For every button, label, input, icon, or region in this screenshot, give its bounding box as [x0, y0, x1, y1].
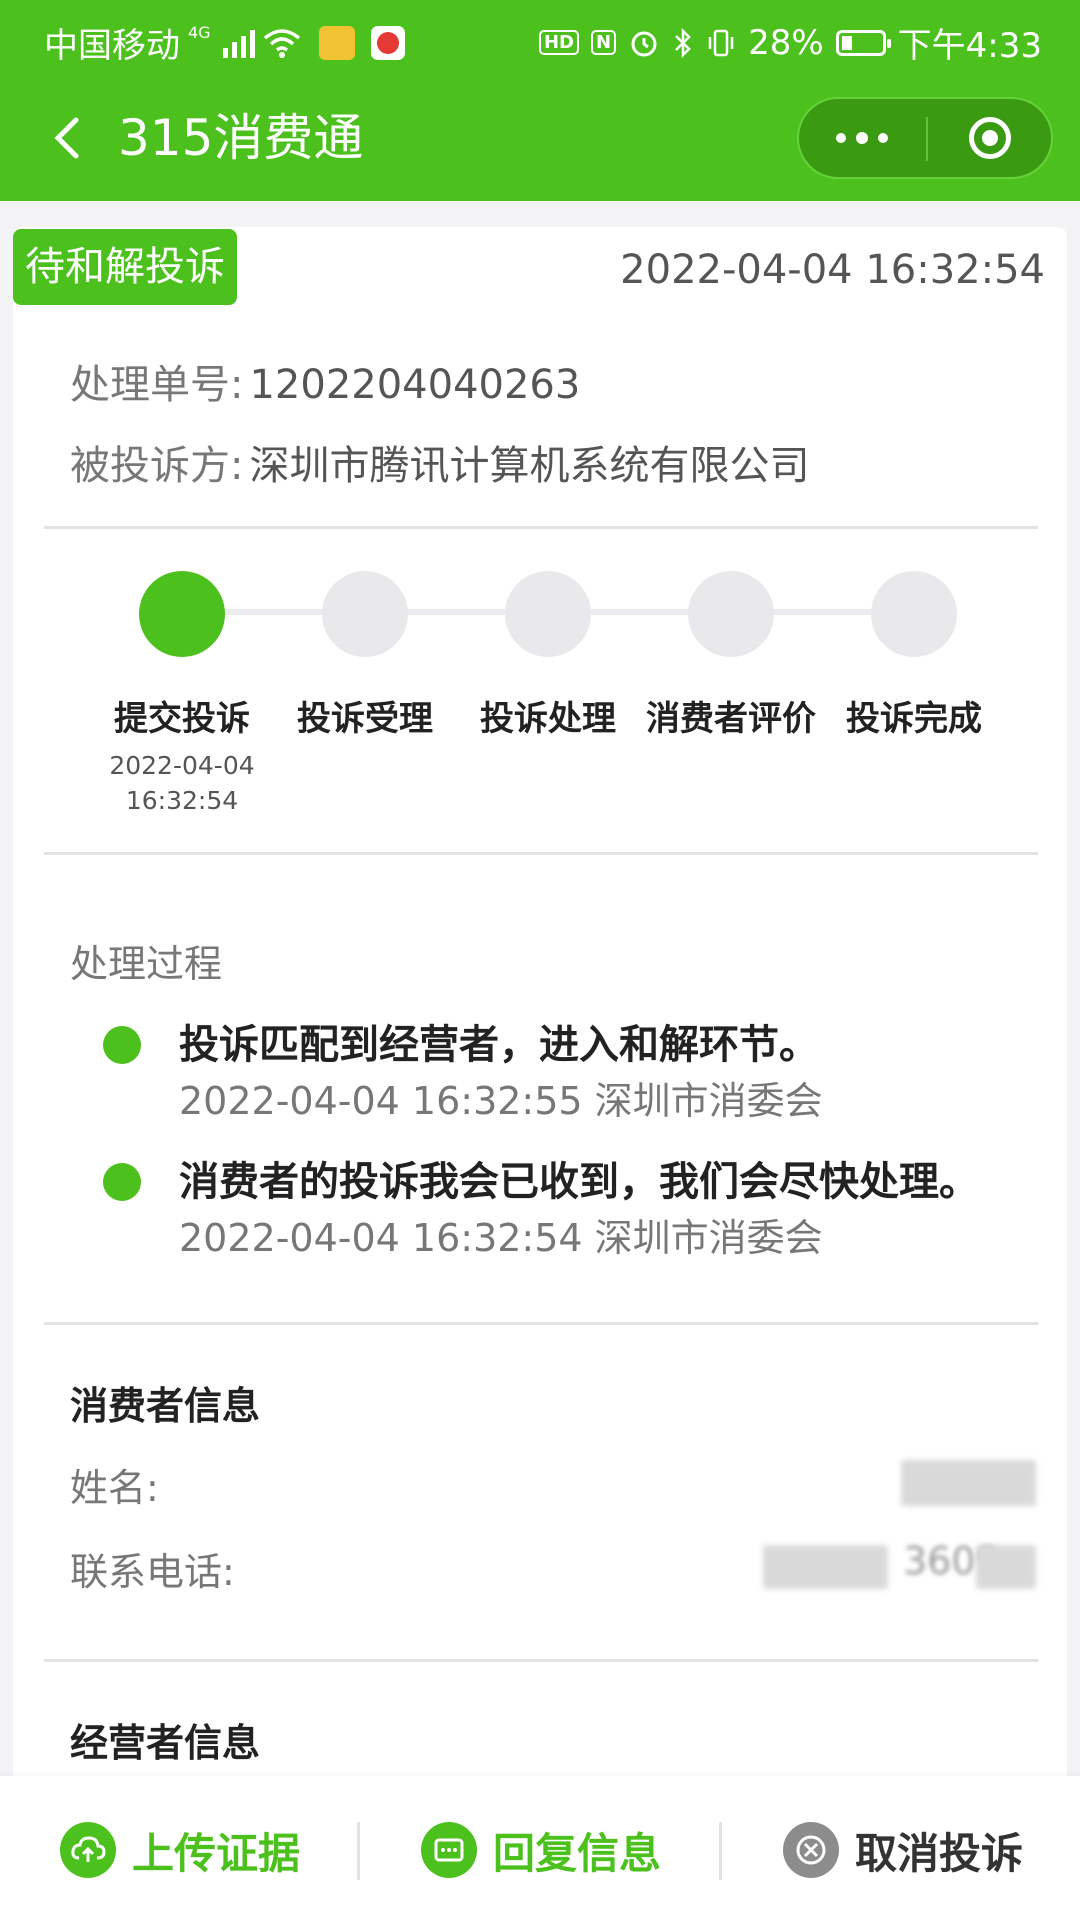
step-submit: 提交投诉 2022-04-04 16:32:54: [82, 571, 282, 818]
process-section-label: 处理过程: [70, 942, 223, 986]
phone-label: 联系电话:: [70, 1550, 235, 1594]
step-time: 16:32:54: [125, 786, 239, 815]
step-dot: [322, 571, 408, 657]
nav-bar: 315消费通: [0, 76, 1080, 201]
step-label: 消费者评价: [646, 699, 816, 739]
process-item-text: 消费者的投诉我会已收到，我们会尽快处理。: [179, 1159, 979, 1205]
status-time: 下午4:33: [897, 26, 1042, 66]
step-label: 投诉受理: [297, 699, 433, 739]
carrier-name: 中国移动: [44, 26, 180, 66]
action-separator: [719, 1822, 722, 1880]
bluetooth-icon: [675, 27, 691, 58]
network-type-tag: 4G: [188, 23, 211, 42]
alarm-icon: [631, 31, 657, 56]
divider: [44, 1322, 1038, 1325]
page-title: 315消费通: [118, 109, 364, 167]
battery-percent: 28%: [748, 22, 824, 63]
target-circle-icon: [969, 117, 1011, 159]
divider: [44, 526, 1038, 529]
order-number-row: 处理单号: 1202204040263: [70, 352, 580, 410]
signal-icon: [222, 28, 255, 58]
app-header: 中国移动 4G HD N 28% 下午4:33 315消费通: [0, 0, 1080, 201]
battery-icon: [835, 29, 891, 56]
consumer-info-title: 消费者信息: [70, 1384, 261, 1428]
respondent-row: 被投诉方: 深圳市腾讯计算机系统有限公司: [70, 433, 809, 491]
bullet-icon: [103, 1163, 141, 1201]
merchant-info-title: 经营者信息: [70, 1721, 261, 1765]
close-mini-program-button[interactable]: [929, 99, 1051, 177]
step-dot: [139, 571, 225, 657]
order-number-value: 1202204040263: [249, 362, 581, 408]
cancel-circle-icon: [783, 1822, 839, 1878]
capsule-divider: [926, 117, 928, 161]
step-dot: [505, 571, 591, 657]
complaint-detail-card: 待和解投诉 2022-04-04 16:32:54 处理单号: 120220404…: [13, 227, 1067, 1787]
step-dot: [688, 571, 774, 657]
respondent-label: 被投诉方:: [70, 443, 244, 489]
wifi-icon: [263, 28, 300, 58]
name-label: 姓名:: [70, 1466, 159, 1510]
vibrate-icon: [708, 29, 734, 56]
chevron-left-icon[interactable]: [42, 110, 98, 166]
step-date: 2022-04-04: [109, 751, 255, 780]
order-number-label: 处理单号:: [70, 362, 244, 408]
status-badge: 待和解投诉: [13, 229, 237, 305]
step-dot: [871, 571, 957, 657]
message-icon: [421, 1822, 477, 1878]
reply-message-button[interactable]: 回复信息: [421, 1812, 661, 1888]
more-dots-icon[interactable]: [799, 99, 925, 177]
cloud-upload-icon: [60, 1822, 116, 1878]
created-time: 2022-04-04 16:32:54: [620, 247, 1045, 293]
cancel-complaint-label: 取消投诉: [855, 1828, 1024, 1878]
step-label: 投诉完成: [846, 699, 982, 739]
step-process: 投诉处理: [448, 571, 648, 740]
status-bar: 中国移动 4G HD N 28% 下午4:33: [0, 0, 1080, 76]
divider: [44, 1659, 1038, 1662]
step-label: 提交投诉: [114, 699, 250, 739]
process-item-text: 投诉匹配到经营者，进入和解环节。: [179, 1022, 819, 1068]
step-label: 投诉处理: [480, 699, 616, 739]
app-notification-icon: [318, 25, 355, 60]
reply-message-label: 回复信息: [493, 1828, 662, 1878]
respondent-value: 深圳市腾讯计算机系统有限公司: [249, 443, 810, 489]
cancel-complaint-button[interactable]: 取消投诉: [783, 1812, 1023, 1888]
video-app-notification-icon: [370, 25, 405, 60]
nfc-icon: N: [590, 30, 617, 55]
process-item-meta: 2022-04-04 16:32:55 深圳市消委会: [179, 1079, 823, 1123]
action-separator: [357, 1822, 360, 1880]
divider: [44, 852, 1038, 855]
bullet-icon: [103, 1026, 141, 1064]
step-accept: 投诉受理: [265, 571, 465, 740]
bottom-action-bar: 上传证据 回复信息 取消投诉: [0, 1776, 1080, 1920]
process-item-meta: 2022-04-04 16:32:54 深圳市消委会: [179, 1216, 823, 1260]
step-complete: 投诉完成: [814, 571, 1014, 740]
step-evaluate: 消费者评价: [631, 571, 831, 740]
upload-evidence-button[interactable]: 上传证据: [60, 1812, 300, 1888]
mini-program-capsule: [797, 97, 1053, 179]
upload-evidence-label: 上传证据: [132, 1828, 301, 1878]
hd-voice-icon: HD: [538, 30, 579, 55]
